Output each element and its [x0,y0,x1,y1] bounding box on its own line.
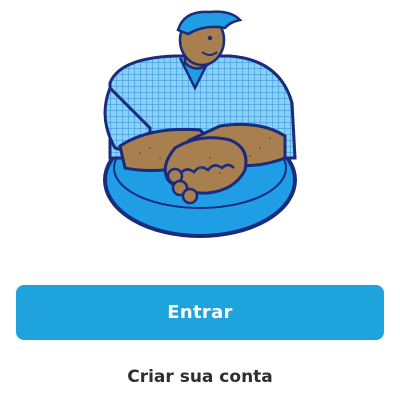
handshake-illustration [80,8,320,238]
handshake-illustration-icon [103,10,297,238]
welcome-screen: Entrar Criar sua conta [0,0,400,400]
login-button[interactable]: Entrar [16,285,384,340]
create-account-link[interactable]: Criar sua conta [16,362,384,392]
